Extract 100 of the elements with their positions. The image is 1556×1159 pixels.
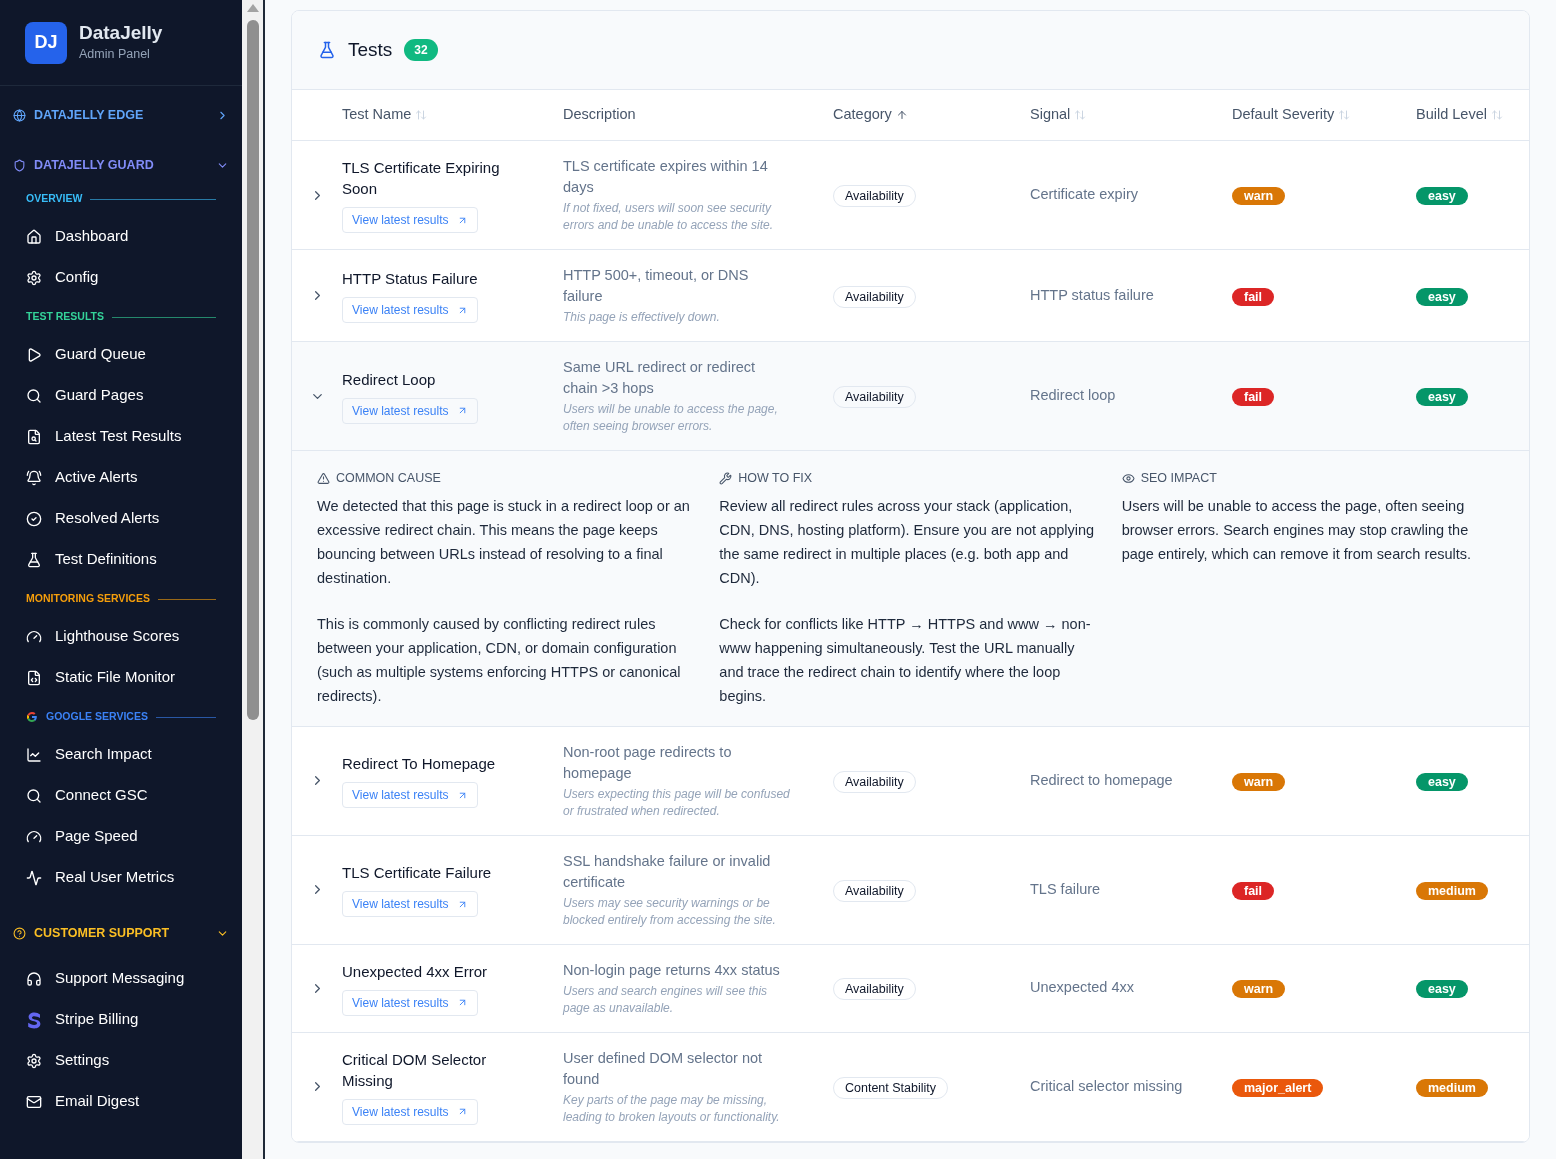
status-badge: major_alert: [1232, 1078, 1324, 1097]
table-row[interactable]: Redirect Loop View latest results Same URL redirect or redirect chain >3 hops Users will be unable to access the page, often seeing browser errors. Availability Redirect loop fail easy: [292, 342, 1529, 451]
mail-icon: [26, 1093, 42, 1110]
test-description: HTTP 500+, timeout, or DNS failure: [563, 266, 750, 306]
status-badge: medium: [1416, 881, 1488, 900]
status-badge: easy: [1416, 388, 1468, 406]
file-search-icon: [26, 428, 42, 445]
test-name: Unexpected 4xx Error: [342, 961, 488, 982]
test-name: TLS Certificate Expiring Soon: [342, 158, 501, 199]
nav-item[interactable]: Active Alerts: [0, 457, 242, 498]
test-description: Non-login page returns 4xx status: [563, 960, 781, 980]
test-name: Critical DOM Selector Missing: [342, 1049, 488, 1091]
nav-item[interactable]: Resolved Alerts: [0, 498, 242, 539]
nav-item[interactable]: Config: [0, 257, 242, 298]
column-header[interactable]: Signal: [1030, 104, 1232, 126]
nav-group-header[interactable]: DATAJELLY GUARD: [0, 154, 242, 176]
view-results-link[interactable]: View latest results: [342, 891, 478, 918]
status-badge: fail: [1232, 388, 1275, 406]
nav-item[interactable]: Real User Metrics: [0, 857, 242, 898]
status-badge: warn: [1232, 187, 1286, 205]
play-icon: [26, 346, 42, 363]
impact-note: Users may see security warnings or be blocked entirely from accessing the site.: [563, 894, 777, 929]
nav-item[interactable]: Guard Pages: [0, 375, 242, 416]
impact-note: This page is effectively down.: [563, 309, 721, 326]
impact-note: Users expecting this page will be confused or frustrated when redirected.: [563, 785, 791, 820]
nav-group-header[interactable]: CUSTOMER SUPPORT: [0, 922, 242, 944]
nav-item[interactable]: Connect GSC: [0, 775, 242, 816]
scrollbar[interactable]: [242, 0, 265, 1159]
settings-icon: [26, 1052, 42, 1069]
view-results-link[interactable]: View latest results: [342, 782, 478, 809]
nav-item[interactable]: Latest Test Results: [0, 416, 242, 457]
nav-item[interactable]: Settings: [0, 1040, 242, 1081]
status-badge: easy: [1416, 287, 1468, 306]
shield-icon: [13, 158, 26, 172]
column-header[interactable]: Default Severity: [1232, 104, 1416, 126]
nav-item[interactable]: Search Impact: [0, 734, 242, 775]
warning-icon: [317, 471, 330, 485]
nav-item[interactable]: Page Speed: [0, 816, 242, 857]
detail-heading: SEO IMPACT: [1140, 470, 1217, 487]
nav-item[interactable]: Guard Queue: [0, 334, 242, 375]
search-icon: [26, 387, 42, 404]
status-badge: warn: [1232, 980, 1286, 999]
test-name: Redirect Loop: [342, 369, 436, 390]
nav-group-header[interactable]: DATAJELLY EDGE: [0, 104, 242, 126]
headphones-icon: [26, 970, 42, 987]
globe-icon: [13, 108, 26, 122]
status-badge: warn: [1232, 772, 1286, 791]
signal-text: Redirect to homepage: [1030, 770, 1174, 790]
file-code-icon: [26, 669, 42, 686]
impact-note: If not fixed, users will soon see security errors and be unable to access the site.: [563, 200, 775, 234]
view-results-link[interactable]: View latest results: [342, 207, 478, 233]
section-label: OVERVIEW: [26, 191, 83, 207]
sort-ascending-icon: [895, 109, 908, 121]
test-description: SSL handshake failure or invalid certificate: [563, 851, 772, 892]
settings-icon: [26, 269, 42, 286]
scrollbar-thumb[interactable]: [246, 20, 259, 720]
view-results-link[interactable]: View latest results: [342, 1098, 478, 1125]
status-badge: medium: [1416, 1078, 1488, 1097]
nav-item[interactable]: Lighthouse Scores: [0, 616, 242, 657]
signal-text: Certificate expiry: [1030, 185, 1139, 205]
column-header[interactable]: Category: [833, 104, 1030, 126]
nav-item[interactable]: Email Digest: [0, 1081, 242, 1122]
wrench-icon: [719, 471, 733, 485]
view-results-link[interactable]: View latest results: [342, 397, 478, 424]
test-name: HTTP Status Failure: [342, 269, 478, 289]
line-chart-icon: [26, 746, 42, 763]
test-name: Redirect To Homepage: [342, 754, 496, 775]
gauge-icon: [26, 828, 42, 845]
view-results-link[interactable]: View latest results: [342, 989, 478, 1016]
section-label: MONITORING SERVICES: [26, 591, 150, 607]
column-header[interactable]: Build Level: [1416, 104, 1529, 126]
column-header[interactable]: Test Name: [342, 104, 563, 126]
section-label: TEST RESULTS: [26, 309, 104, 325]
sort-icon: [1074, 109, 1087, 121]
s-logo-icon: [26, 1010, 42, 1029]
flask-icon: [318, 41, 336, 59]
bell-icon: [26, 469, 42, 486]
check-circle-icon: [26, 510, 42, 527]
brand-name: DataJelly: [79, 21, 163, 46]
sort-icon: [1490, 109, 1503, 121]
count-badge: 32: [404, 39, 438, 61]
nav-item[interactable]: Dashboard: [0, 216, 242, 257]
brand-subtitle: Admin Panel: [79, 46, 151, 64]
signal-text: Critical selector missing: [1030, 1076, 1184, 1096]
column-header[interactable]: Description: [563, 104, 833, 126]
view-results-link[interactable]: View latest results: [342, 297, 478, 323]
impact-note: Users will be unable to access the page, often seeing browser errors.: [563, 401, 779, 435]
status-badge: fail: [1232, 881, 1275, 900]
nav-item[interactable]: Stripe Billing: [0, 999, 242, 1040]
signal-text: TLS failure: [1030, 879, 1102, 899]
detail-text: This is commonly caused by conflicting redirect rules between your application, CDN, or domain configuration (such as multiple systems enforcing HTTPS or canonical redirects).: [317, 614, 682, 706]
status-badge: easy: [1416, 980, 1468, 999]
sort-icon: [1338, 109, 1351, 121]
status-badge: easy: [1416, 772, 1468, 791]
signal-text: HTTP status failure: [1030, 285, 1155, 305]
nav-item[interactable]: Support Messaging: [0, 958, 242, 999]
nav-item[interactable]: Static File Monitor: [0, 657, 242, 698]
gauge-icon: [26, 628, 42, 645]
nav-item[interactable]: Test Definitions: [0, 539, 242, 580]
detail-heading: HOW TO FIX: [738, 470, 813, 487]
